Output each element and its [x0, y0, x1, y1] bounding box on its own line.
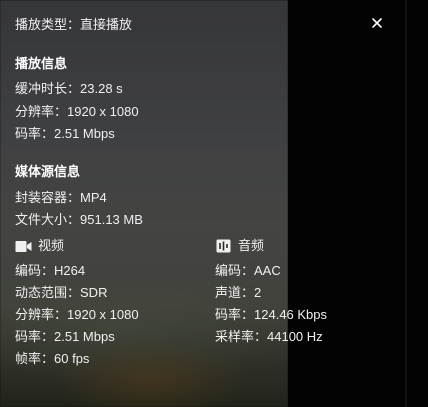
bitrate-row: 码率：2.51 Mbps [15, 125, 115, 143]
file-size-label: 文件大小： [15, 212, 81, 227]
audio-bitrate-label: 码率： [215, 307, 255, 322]
video-codec-label: 编码： [15, 263, 55, 278]
play-type-value: 直接播放 [80, 17, 133, 32]
video-codec-row: 编码：H264 [15, 262, 85, 280]
sample-rate-value: 44100 Hz [267, 329, 323, 344]
file-size-value: 951.13 MB [80, 212, 143, 227]
channels-row: 声道：2 [215, 284, 261, 302]
audio-track-header: 音频 [215, 237, 264, 255]
buffer-row: 缓冲时长：23.28 s [15, 80, 123, 98]
video-resolution-value: 1920 x 1080 [67, 307, 139, 322]
close-button[interactable] [367, 13, 387, 33]
video-bitrate-value: 2.51 Mbps [54, 329, 115, 344]
channels-label: 声道： [215, 285, 255, 300]
audio-track-title: 音频 [238, 238, 265, 253]
audio-codec-row: 编码：AAC [215, 262, 281, 280]
playback-info-title: 播放信息 [15, 56, 68, 71]
sample-rate-label: 采样率： [215, 329, 268, 344]
bitrate-value: 2.51 Mbps [54, 126, 115, 141]
video-track-title: 视频 [38, 238, 65, 253]
container-label: 封装容器： [15, 190, 81, 205]
player-frame: 播放类型：直接播放 播放信息 缓冲时长：23.28 s 分辨率：1920 x 1… [0, 0, 428, 407]
close-icon [372, 18, 382, 28]
dynamic-range-row: 动态范围：SDR [15, 284, 107, 302]
video-track-header: 视频 [15, 237, 64, 255]
video-resolution-label: 分辨率： [15, 307, 68, 322]
audio-codec-label: 编码： [215, 263, 255, 278]
play-type-row: 播放类型：直接播放 [15, 16, 132, 34]
audio-equalizer-icon [215, 239, 232, 253]
audio-bitrate-row: 码率：124.46 Kbps [215, 306, 327, 324]
playback-info-panel: 播放类型：直接播放 播放信息 缓冲时长：23.28 s 分辨率：1920 x 1… [0, 0, 428, 407]
bitrate-label: 码率： [15, 126, 55, 141]
file-size-row: 文件大小：951.13 MB [15, 211, 143, 229]
audio-bitrate-value: 124.46 Kbps [254, 307, 328, 322]
resolution-label: 分辨率： [15, 104, 68, 119]
video-bitrate-row: 码率：2.51 Mbps [15, 328, 115, 346]
play-type-label: 播放类型： [15, 17, 81, 32]
dynamic-range-value: SDR [80, 285, 108, 300]
framerate-row: 帧率：60 fps [15, 350, 89, 368]
framerate-value: 60 fps [54, 351, 90, 366]
audio-codec-value: AAC [254, 263, 281, 278]
video-bitrate-label: 码率： [15, 329, 55, 344]
video-resolution-row: 分辨率：1920 x 1080 [15, 306, 139, 324]
framerate-label: 帧率： [15, 351, 55, 366]
channels-value: 2 [254, 285, 262, 300]
buffer-label: 缓冲时长： [15, 81, 81, 96]
sample-rate-row: 采样率：44100 Hz [215, 328, 323, 346]
container-row: 封装容器：MP4 [15, 189, 107, 207]
dynamic-range-label: 动态范围： [15, 285, 81, 300]
resolution-row: 分辨率：1920 x 1080 [15, 103, 139, 121]
media-source-title: 媒体源信息 [15, 164, 81, 179]
video-camera-icon [15, 239, 32, 253]
container-value: MP4 [80, 190, 107, 205]
buffer-value: 23.28 s [80, 81, 123, 96]
resolution-value: 1920 x 1080 [67, 104, 139, 119]
video-codec-value: H264 [54, 263, 86, 278]
